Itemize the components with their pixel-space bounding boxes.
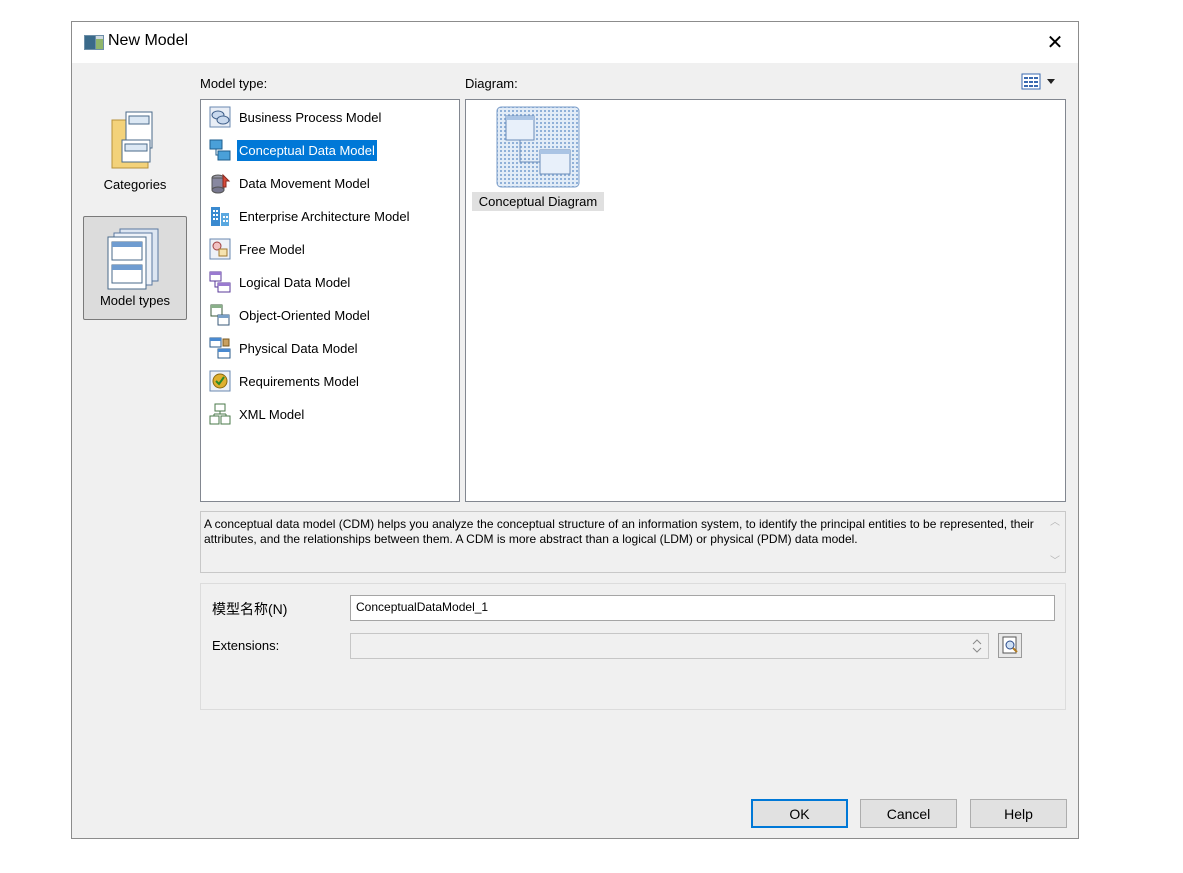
model-type-list[interactable]: Business Process Model Conceptual Data M… (200, 99, 460, 502)
close-button[interactable]: ✕ (1032, 22, 1078, 63)
data-movement-icon (211, 173, 231, 194)
stacked-forms-icon (107, 228, 159, 290)
title-bar: New Model ✕ (72, 22, 1078, 63)
list-item-business-process-model[interactable]: Business Process Model (209, 102, 383, 132)
xml-model-icon (209, 403, 231, 425)
list-item-conceptual-data-model[interactable]: Conceptual Data Model (209, 135, 377, 165)
help-button[interactable]: Help (970, 799, 1067, 828)
diagram-list[interactable]: Conceptual Diagram (465, 99, 1066, 502)
list-item-label: Logical Data Model (239, 274, 351, 290)
list-item-label: Physical Data Model (239, 340, 358, 356)
list-item-enterprise-architecture-model[interactable]: Enterprise Architecture Model (209, 201, 412, 231)
browse-extensions-button[interactable] (998, 633, 1022, 658)
logical-data-icon (209, 271, 231, 293)
object-oriented-icon (210, 304, 230, 326)
list-item-label: Data Movement Model (239, 175, 370, 191)
conceptual-diagram-icon (496, 106, 580, 188)
description-text: A conceptual data model (CDM) helps you … (204, 517, 1034, 546)
model-types-label: Model types (99, 293, 171, 308)
scroll-down-icon[interactable]: ﹀ (1049, 554, 1061, 569)
model-properties-group: 模型名称(N) ConceptualDataModel_1 Extensions… (200, 583, 1066, 710)
list-item-logical-data-model[interactable]: Logical Data Model (209, 267, 352, 297)
ok-button[interactable]: OK (751, 799, 848, 828)
spinner-icon (972, 639, 982, 653)
close-icon: ✕ (1046, 32, 1064, 54)
diagram-item-label: Conceptual Diagram (472, 192, 604, 211)
diagram-item-conceptual-diagram[interactable]: Conceptual Diagram (472, 106, 604, 212)
dialog-title: New Model (108, 32, 189, 49)
cancel-button[interactable]: Cancel (860, 799, 957, 828)
categories-label: Categories (103, 177, 167, 192)
enterprise-architecture-icon (211, 207, 229, 226)
model-type-label: Model type: (200, 76, 268, 91)
model-window-icon (84, 35, 104, 50)
list-item-xml-model[interactable]: XML Model (209, 399, 306, 429)
list-item-label: Free Model (239, 241, 305, 257)
list-item-label: Conceptual Data Model (237, 139, 377, 161)
view-toggle-button[interactable] (1021, 73, 1061, 91)
grid-view-icon (1021, 73, 1055, 90)
list-item-requirements-model[interactable]: Requirements Model (209, 366, 361, 396)
magnifier-document-icon (1002, 636, 1018, 654)
new-model-dialog: New Model ✕ Categories Model types Model… (71, 21, 1079, 839)
list-item-free-model[interactable]: Free Model (209, 234, 307, 264)
extensions-label: Extensions: (212, 638, 280, 653)
list-item-label: Enterprise Architecture Model (239, 208, 410, 224)
list-item-label: Business Process Model (239, 109, 382, 125)
free-model-icon (209, 238, 231, 260)
model-name-input[interactable]: ConceptualDataModel_1 (350, 595, 1055, 621)
business-process-icon (209, 106, 231, 128)
list-item-object-oriented-model[interactable]: Object-Oriented Model (209, 300, 372, 330)
model-types-button[interactable]: Model types (83, 216, 187, 320)
model-description: A conceptual data model (CDM) helps you … (200, 511, 1066, 573)
requirements-icon (209, 370, 231, 392)
diagram-label: Diagram: (465, 76, 518, 91)
model-name-label: 模型名称(N) (212, 601, 288, 617)
list-item-data-movement-model[interactable]: Data Movement Model (209, 168, 372, 198)
extensions-combo[interactable] (350, 633, 989, 659)
physical-data-icon (209, 337, 231, 359)
list-item-label: Requirements Model (239, 373, 359, 389)
conceptual-data-icon (209, 139, 231, 161)
categories-button[interactable]: Categories (83, 100, 187, 204)
list-item-physical-data-model[interactable]: Physical Data Model (209, 333, 360, 363)
list-item-label: Object-Oriented Model (239, 307, 370, 323)
folder-form-icon (111, 111, 153, 169)
list-item-label: XML Model (239, 406, 305, 422)
scroll-up-icon[interactable]: ︿ (1049, 515, 1061, 530)
